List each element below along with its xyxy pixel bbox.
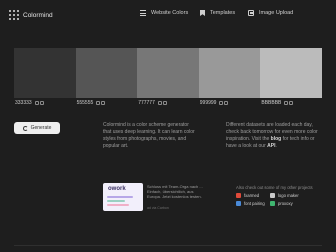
brand-name: Colormind xyxy=(23,11,53,19)
swatch[interactable] xyxy=(137,48,199,98)
project-label: fxarmed xyxy=(244,193,260,198)
top-bar: Colormind Website Colors Templates Image… xyxy=(0,0,336,30)
swatch[interactable] xyxy=(14,48,76,98)
lock-icon[interactable] xyxy=(39,101,44,105)
hex-row: 333333 555555 777777 999999 BBBBBB xyxy=(14,100,322,106)
swatch-info: 999999 xyxy=(199,100,261,106)
colormind-logo-icon xyxy=(9,10,19,20)
hex-value[interactable]: 555555 xyxy=(77,100,94,106)
nav-label: Website Colors xyxy=(151,10,189,16)
lock-icon[interactable] xyxy=(289,101,294,105)
image-icon xyxy=(248,10,254,16)
generate-label: Generate xyxy=(30,125,52,131)
project-link-fxarmed[interactable]: fxarmed xyxy=(236,193,259,198)
swatch-info: 333333 xyxy=(14,100,76,106)
nav-label: Image Upload xyxy=(259,10,294,16)
nav-website-colors[interactable]: Website Colors xyxy=(140,10,188,16)
lock-icon[interactable] xyxy=(224,101,229,105)
projects-heading: Also check out some of my other projects xyxy=(236,185,313,190)
bookmark-icon xyxy=(200,10,205,16)
adjust-icon[interactable] xyxy=(34,101,39,105)
project-link-logo-maker[interactable]: logo maker xyxy=(270,193,299,198)
info-text-part: . xyxy=(275,143,277,149)
swatch-info: BBBBBB xyxy=(260,100,322,106)
swatch[interactable] xyxy=(75,48,138,98)
font-pairing-icon xyxy=(236,201,241,206)
ad-image[interactable]: owork xyxy=(103,183,143,211)
adjust-icon[interactable] xyxy=(96,101,101,105)
adjust-icon[interactable] xyxy=(219,101,224,105)
hex-value[interactable]: 333333 xyxy=(15,100,32,106)
swatch-info: 555555 xyxy=(76,100,138,106)
hex-value[interactable]: BBBBBB xyxy=(261,100,281,106)
about-text: Colormind is a color scheme generator th… xyxy=(103,122,195,149)
brand-logo-link[interactable]: Colormind xyxy=(9,10,53,20)
nav-templates[interactable]: Templates xyxy=(200,10,235,16)
project-label: logo maker xyxy=(278,193,299,198)
info-text: Different datasets are loaded each day, … xyxy=(226,122,324,150)
project-link-font-pairing[interactable]: font pairing xyxy=(236,201,265,206)
swatch-info: 777777 xyxy=(137,100,199,106)
footer-divider xyxy=(14,245,322,246)
nav-image-upload[interactable]: Image Upload xyxy=(248,10,293,16)
refresh-icon xyxy=(22,125,28,131)
ad-label[interactable]: ad via Carbon xyxy=(147,206,169,210)
hex-value[interactable]: 999999 xyxy=(200,100,217,106)
swatch[interactable] xyxy=(260,48,322,98)
adjust-icon[interactable] xyxy=(284,101,289,105)
blog-link[interactable]: blog xyxy=(271,136,282,142)
lock-icon[interactable] xyxy=(101,101,106,105)
logo-maker-icon xyxy=(270,193,275,198)
adjust-icon[interactable] xyxy=(157,101,162,105)
color-palette xyxy=(14,48,322,98)
lock-icon[interactable] xyxy=(162,101,167,105)
project-label: font pairing xyxy=(244,201,265,206)
hex-value[interactable]: 777777 xyxy=(138,100,155,106)
project-label: proxoxy xyxy=(278,201,293,206)
project-link-proxoxy[interactable]: proxoxy xyxy=(270,201,293,206)
generate-button[interactable]: Generate xyxy=(14,122,60,134)
list-icon xyxy=(140,10,146,16)
swatch[interactable] xyxy=(198,48,261,98)
fxarmed-icon xyxy=(236,193,241,198)
ad-illustration xyxy=(107,196,139,208)
nav-label: Templates xyxy=(210,10,236,16)
ad-logo: owork xyxy=(108,186,126,192)
proxoxy-icon xyxy=(270,201,275,206)
ad-text[interactable]: Schluss mit Team-Orga nach ... Einfach, … xyxy=(147,184,207,200)
